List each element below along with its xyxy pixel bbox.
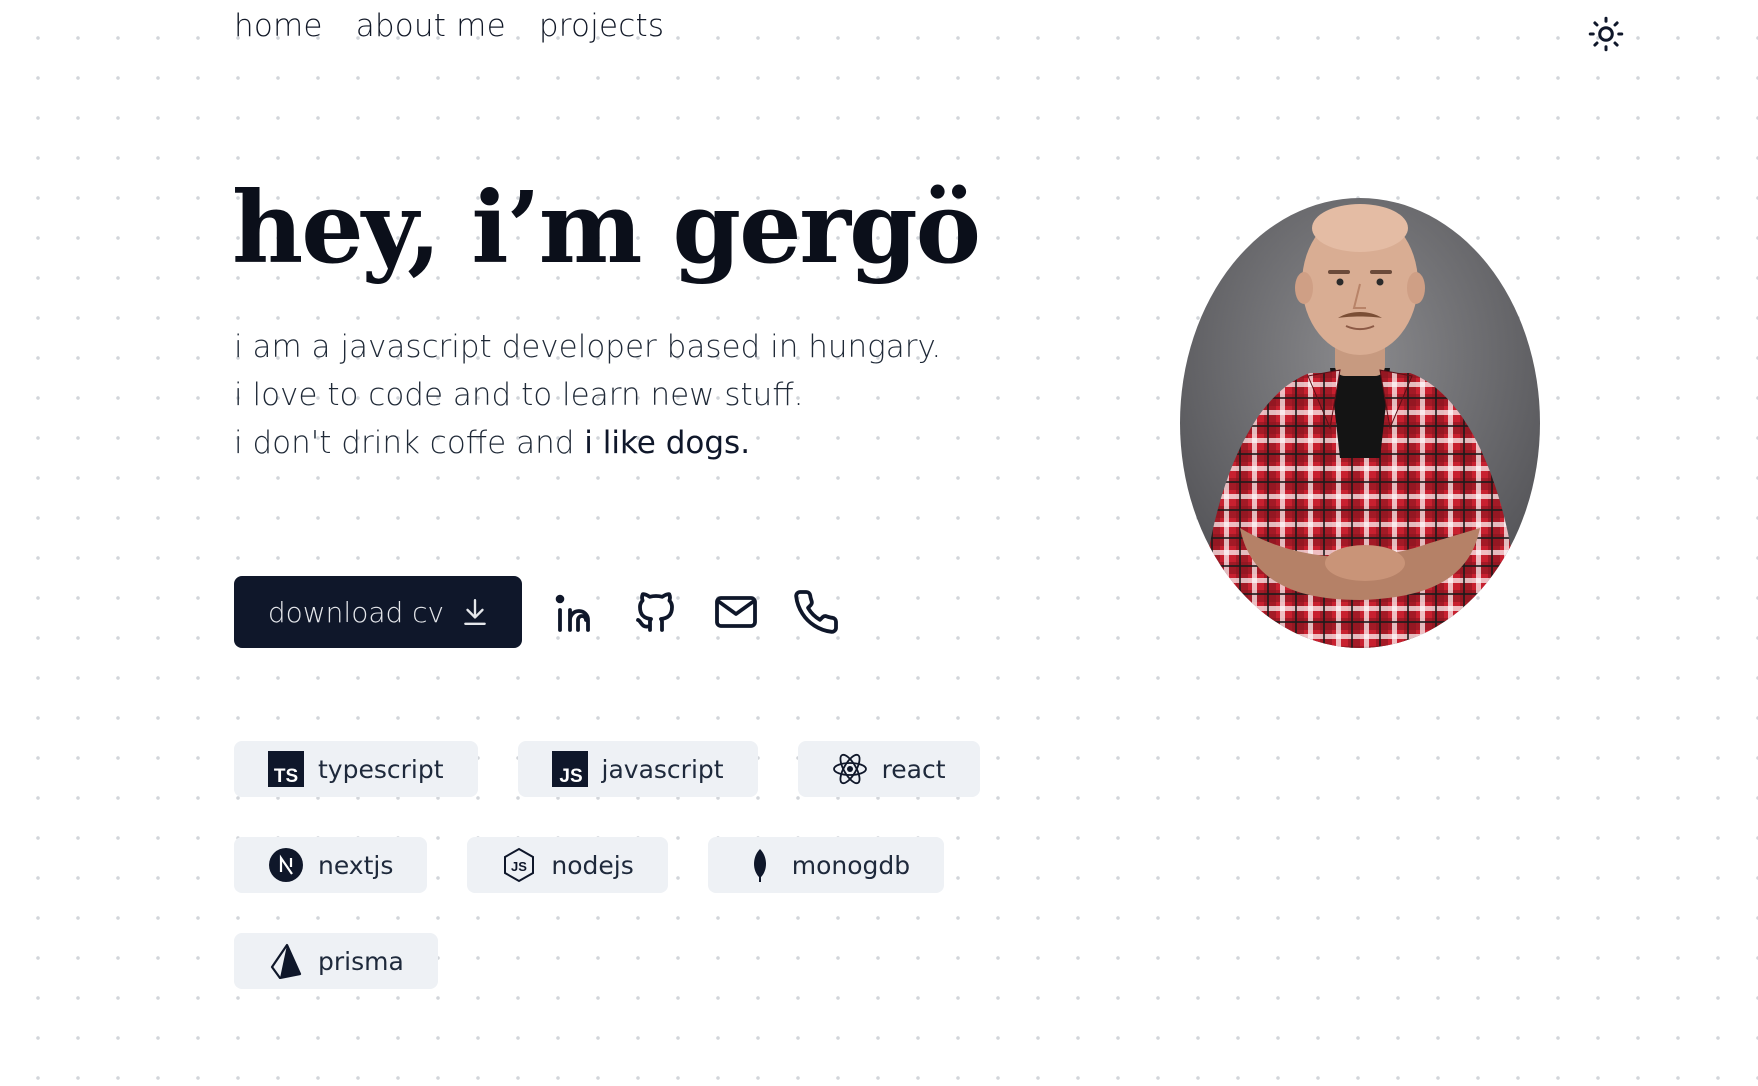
intro-line-3: i don't drink coffe and i like dogs. (234, 419, 941, 467)
intro-line-1: i am a javascript developer based in hun… (234, 329, 942, 365)
download-icon (464, 599, 486, 625)
intro-text: i am a javascript developer based in hun… (234, 323, 941, 467)
skill-chip-nodejs: JS nodejs (467, 837, 668, 893)
sun-icon[interactable] (1588, 16, 1624, 52)
intro-emphasis: i like dogs. (584, 425, 751, 461)
linkedin-icon[interactable] (552, 588, 600, 636)
skills-row-3: prisma (234, 933, 438, 989)
skill-label: typescript (318, 754, 444, 784)
skill-chip-typescript: TS typescript (234, 741, 478, 797)
skill-chip-mongodb: monogdb (707, 837, 945, 893)
javascript-icon: JS (551, 751, 588, 787)
intro-line-2: i love to code and to learn new stuff. (234, 377, 804, 413)
intro-line-3-prefix: i don't drink coffe and (234, 425, 585, 461)
svg-text:JS: JS (559, 766, 582, 787)
skill-chip-nextjs: nextjs (234, 837, 428, 893)
skill-chip-javascript: JS javascript (517, 741, 758, 797)
download-cv-button[interactable]: download cv (234, 576, 522, 648)
skill-label: nextjs (318, 850, 394, 880)
nav-home-link[interactable]: home (234, 8, 323, 44)
skill-label: monogdb (791, 850, 911, 880)
react-icon (832, 753, 867, 785)
nextjs-icon (269, 848, 303, 882)
profile-photo (1180, 198, 1540, 648)
phone-icon[interactable] (792, 588, 840, 636)
mail-icon[interactable] (712, 588, 760, 636)
skill-label: nodejs (551, 850, 634, 880)
skills-row-1: TS typescript JS javascript react (234, 741, 980, 797)
github-icon[interactable] (632, 588, 680, 636)
download-cv-label: download cv (267, 595, 445, 629)
skill-label: react (881, 754, 946, 784)
nodejs-icon: JS (504, 847, 535, 883)
nav-projects-link[interactable]: projects (539, 8, 664, 44)
social-links (552, 588, 840, 636)
svg-text:TS: TS (274, 766, 298, 787)
main-nav: home about me projects (234, 8, 664, 44)
page-title: hey, i’m gergö (232, 171, 981, 286)
nav-about-me-link[interactable]: about me (356, 8, 506, 44)
prisma-icon (270, 943, 302, 979)
mongodb-icon (753, 849, 766, 882)
skill-label: prisma (318, 946, 404, 976)
skills-row-2: nextjs JS nodejs monogdb (234, 837, 945, 893)
skill-chip-react: react (797, 741, 980, 797)
svg-text:JS: JS (511, 859, 527, 874)
typescript-icon: TS (268, 751, 304, 787)
skill-label: javascript (601, 754, 724, 784)
skill-chip-prisma: prisma (234, 933, 438, 989)
